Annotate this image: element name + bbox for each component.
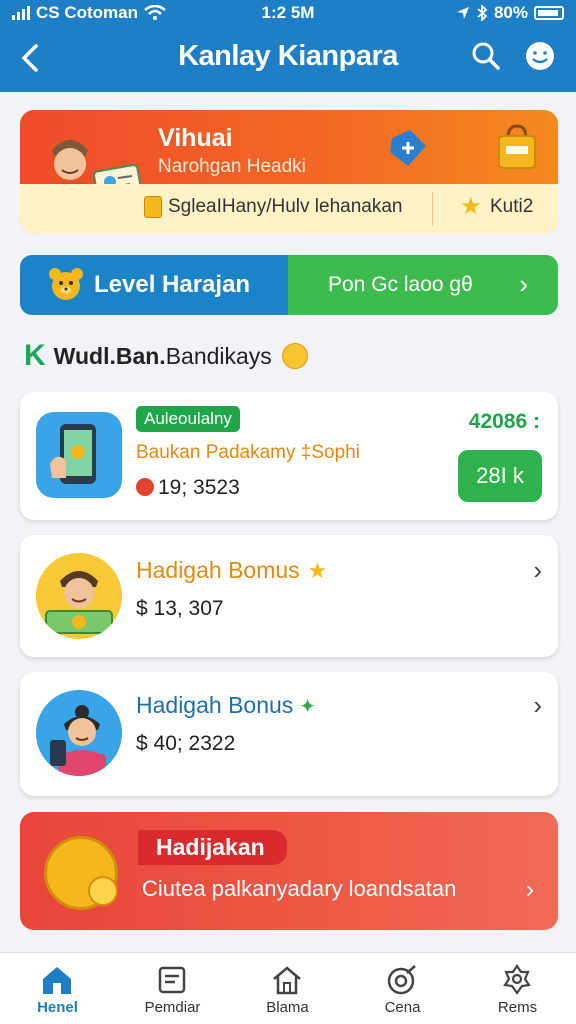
document-icon: [158, 966, 186, 994]
bear-icon: [49, 268, 83, 300]
claim-button[interactable]: 28I k: [458, 450, 542, 502]
battery-icon: [534, 6, 564, 20]
nav-item-rems[interactable]: Rems: [460, 953, 575, 1024]
star-icon: ★: [307, 558, 328, 583]
nav-label: Rems: [497, 999, 538, 1016]
level-label: Level Harajan: [94, 271, 251, 298]
coin-icon: [144, 196, 162, 218]
person-money-icon: [36, 553, 122, 639]
card-title: Hadigah Bonus ✦: [136, 692, 316, 719]
target-icon: [387, 965, 416, 995]
reward-card-1[interactable]: Auleoulalny Baukan Padakamy ‡Sophi 19; 3…: [20, 392, 558, 520]
banner-subtitle: Narohgan Headki: [158, 156, 306, 177]
card-amount-value: 19; 3523: [158, 476, 240, 499]
level-button[interactable]: Level Harajan: [20, 255, 288, 315]
level-bar: Level Harajan Pon Gc laoo gθ ›: [20, 255, 558, 315]
house-icon: [273, 966, 301, 995]
section-heading: K Wudl.Ban.Bandikays: [24, 338, 308, 374]
card-description: Baukan Padakamy ‡Sophi: [136, 442, 360, 463]
strip-right-label: Kuti2: [490, 196, 534, 217]
nav-item-cena[interactable]: Cena: [345, 953, 460, 1024]
chevron-right-icon: ›: [526, 876, 534, 903]
shopping-bag-icon: [498, 124, 536, 169]
star-icon: ★: [460, 193, 482, 220]
banner-strip: SgleaIHany/Hulv lehanakan ★ Kuti2: [20, 184, 558, 234]
promo-card[interactable]: Hadijakan Ciutea palkanyadary loandsatan…: [20, 812, 558, 930]
settings-icon: [503, 964, 531, 995]
app-header: CS Cotoman 1:2 5M 80% Kanlay Kianpara: [0, 0, 576, 92]
bottom-nav: Henel Pemdiar Blama Cena Rems: [0, 952, 576, 1024]
reward-card-3[interactable]: Hadigah Bonus ✦ $ 40; 2322 ›: [20, 672, 558, 796]
card-right-value: 42086 :: [468, 410, 540, 433]
chevron-right-icon: ›: [533, 555, 542, 585]
section-title-prefix: Wudl.Ban.: [53, 342, 166, 369]
status-right: 80%: [456, 3, 564, 23]
nav-label: Blama: [266, 999, 309, 1016]
nav-label: Cena: [384, 999, 421, 1016]
bluetooth-icon: [477, 5, 488, 21]
nav-item-blama[interactable]: Blama: [230, 953, 345, 1024]
small-coin-icon: [88, 876, 118, 906]
card-amount: 19; 3523: [136, 476, 240, 500]
search-button[interactable]: [468, 38, 504, 74]
card-title-text: Hadigah Bomus: [136, 557, 300, 583]
card-amount: $ 40; 2322: [136, 732, 236, 755]
level-action-label: Pon Gc laoo gθ: [328, 273, 473, 296]
card-title-text: Hadigah Bonus: [136, 692, 294, 718]
emoji-icon: [281, 343, 308, 369]
home-icon: [43, 967, 71, 994]
banner-title: Vihuai: [158, 124, 233, 152]
card-title: Hadigah Bomus ★: [136, 557, 327, 584]
nav-label: Henel: [37, 999, 78, 1016]
chevron-right-icon: ›: [533, 690, 542, 720]
location-icon: [456, 7, 469, 19]
profile-button[interactable]: [522, 38, 558, 74]
level-action-button[interactable]: Pon Gc laoo gθ ›: [288, 255, 558, 315]
nav-label: Pemdiar: [144, 999, 201, 1016]
nav-item-home[interactable]: Henel: [0, 953, 115, 1024]
chevron-right-icon: ›: [519, 269, 528, 299]
section-title-rest: Bandikays: [165, 342, 272, 369]
status-bar: CS Cotoman 1:2 5M 80%: [0, 0, 576, 26]
battery-percent: 80%: [493, 3, 528, 22]
search-icon: [472, 42, 500, 70]
apple-icon: [136, 478, 154, 496]
promo-title: Hadijakan: [138, 830, 287, 865]
nav-item-pemdiar[interactable]: Pemdiar: [115, 953, 230, 1024]
smile-icon: [526, 42, 554, 70]
title-bar: Kanlay Kianpara: [0, 30, 576, 86]
ticket-icon: [390, 130, 426, 166]
leaf-icon: ✦: [299, 696, 317, 718]
status-badge: Auleoulalny: [136, 406, 240, 432]
section-title: Wudl.Ban.Bandikays: [54, 343, 272, 370]
divider: [432, 192, 433, 226]
person-phone-icon: [36, 690, 122, 776]
phone-app-icon: [36, 412, 122, 498]
brand-k-icon: K: [24, 339, 46, 372]
card-amount: $ 13, 307: [136, 597, 224, 620]
strip-label: SgleaIHany/Hulv lehanakan: [168, 196, 403, 217]
reward-card-2[interactable]: Hadigah Bomus ★ $ 13, 307 ›: [20, 535, 558, 657]
promo-subtitle: Ciutea palkanyadary loandsatan: [142, 876, 457, 901]
